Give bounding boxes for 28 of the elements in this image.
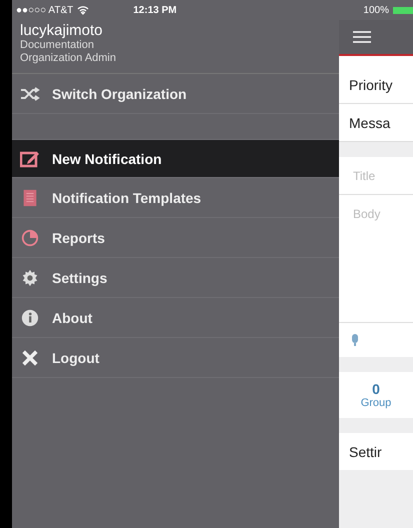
close-icon — [20, 348, 40, 366]
count-number: 0 — [372, 381, 380, 397]
settings-row[interactable]: Settir — [339, 433, 413, 470]
user-name: lucykajimoto — [20, 22, 104, 39]
form-row[interactable]: Priority — [339, 66, 413, 104]
form-row[interactable]: Messa — [339, 104, 413, 142]
group-count[interactable]: 0 Group — [339, 372, 413, 418]
menu-icon[interactable] — [353, 31, 371, 43]
menu-item[interactable]: About — [12, 298, 339, 338]
menu-item[interactable]: Logout — [12, 338, 339, 378]
switch-organization-item[interactable]: Switch Organization — [12, 74, 339, 114]
info-icon — [20, 308, 40, 326]
carrier-text: ●●○○○ AT&T — [16, 4, 74, 16]
edit-icon — [20, 150, 40, 168]
battery-icon — [393, 6, 413, 14]
time-text: 12:13 PM — [133, 4, 177, 16]
menu-item[interactable]: Notification Templates — [12, 178, 339, 218]
settings-icon — [20, 268, 40, 286]
organization-name: Documentation — [20, 39, 95, 52]
battery-text: 100% — [362, 4, 389, 16]
wifi-icon — [77, 6, 90, 14]
menu-item[interactable]: Settings — [12, 258, 339, 298]
menu-item[interactable]: New Notification — [12, 140, 339, 178]
shuffle-icon — [20, 84, 40, 102]
user-role: Organization Admin — [20, 52, 117, 65]
count-label: Group — [360, 397, 392, 409]
pie-chart-icon — [20, 228, 40, 246]
menu-item[interactable]: Reports — [12, 218, 339, 258]
